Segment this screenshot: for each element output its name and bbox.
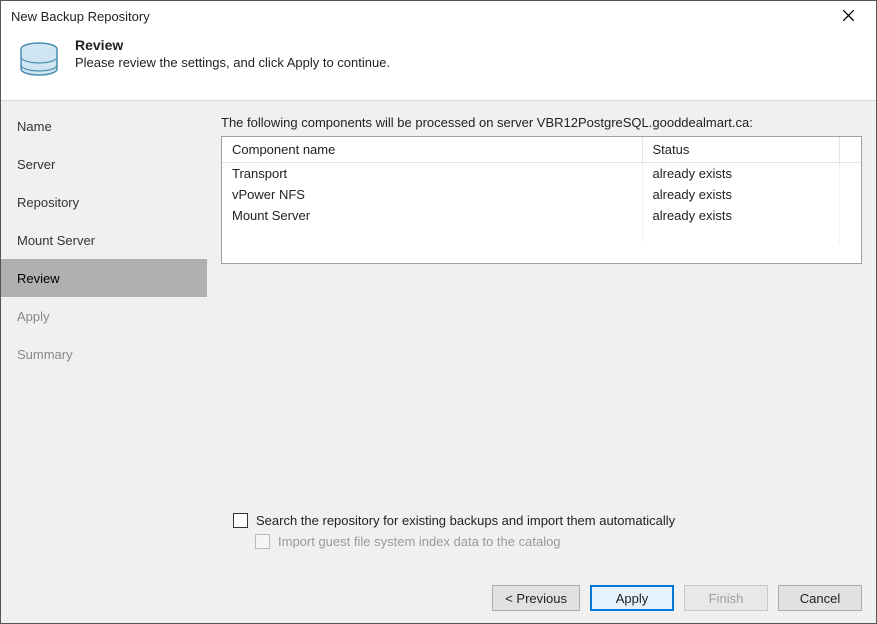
components-grid: Component name Status Transport already … bbox=[221, 136, 862, 264]
header-subtitle: Please review the settings, and click Ap… bbox=[75, 55, 390, 70]
cell-status: already exists bbox=[642, 184, 839, 205]
button-label: Finish bbox=[709, 591, 744, 606]
sidebar-item-name[interactable]: Name bbox=[1, 107, 207, 145]
cell-status: already exists bbox=[642, 163, 839, 185]
options-panel: Search the repository for existing backu… bbox=[221, 507, 862, 573]
sidebar-item-summary[interactable]: Summary bbox=[1, 335, 207, 373]
header-text: Review Please review the settings, and c… bbox=[75, 37, 390, 70]
sidebar-item-review[interactable]: Review bbox=[1, 259, 207, 297]
checkbox-label: Import guest file system index data to t… bbox=[278, 534, 561, 549]
previous-button[interactable]: < Previous bbox=[492, 585, 580, 611]
sidebar-item-label: Summary bbox=[17, 347, 73, 362]
titlebar: New Backup Repository bbox=[1, 1, 876, 31]
sidebar-item-label: Repository bbox=[17, 195, 79, 210]
wizard-body: Name Server Repository Mount Server Revi… bbox=[1, 101, 876, 573]
cell-component-name: vPower NFS bbox=[222, 184, 642, 205]
col-header-spacer bbox=[839, 137, 861, 163]
sidebar-item-mount-server[interactable]: Mount Server bbox=[1, 221, 207, 259]
apply-button[interactable]: Apply bbox=[590, 585, 674, 611]
intro-text: The following components will be process… bbox=[221, 115, 862, 130]
checkbox-search-repository[interactable]: Search the repository for existing backu… bbox=[233, 513, 862, 528]
sidebar-item-repository[interactable]: Repository bbox=[1, 183, 207, 221]
wizard-window: New Backup Repository Review Please revi… bbox=[0, 0, 877, 624]
cell-status: already exists bbox=[642, 205, 839, 226]
button-label: < Previous bbox=[505, 591, 567, 606]
cell-component-name: Mount Server bbox=[222, 205, 642, 226]
checkbox-icon bbox=[255, 534, 270, 549]
checkbox-label: Search the repository for existing backu… bbox=[256, 513, 675, 528]
wizard-main: The following components will be process… bbox=[207, 101, 876, 573]
checkbox-icon bbox=[233, 513, 248, 528]
table-row: Transport already exists bbox=[222, 163, 861, 185]
sidebar-item-apply[interactable]: Apply bbox=[1, 297, 207, 335]
col-header-status[interactable]: Status bbox=[642, 137, 839, 163]
sidebar-item-label: Server bbox=[17, 157, 55, 172]
database-icon bbox=[17, 39, 61, 86]
cancel-button[interactable]: Cancel bbox=[778, 585, 862, 611]
col-header-name[interactable]: Component name bbox=[222, 137, 642, 163]
close-button[interactable] bbox=[828, 2, 868, 30]
button-label: Apply bbox=[616, 591, 649, 606]
sidebar-item-label: Mount Server bbox=[17, 233, 95, 248]
sidebar-item-server[interactable]: Server bbox=[1, 145, 207, 183]
sidebar-item-label: Review bbox=[17, 271, 60, 286]
wizard-footer: < Previous Apply Finish Cancel bbox=[1, 573, 876, 623]
cell-component-name: Transport bbox=[222, 163, 642, 185]
sidebar-item-label: Apply bbox=[17, 309, 50, 324]
table-row: vPower NFS already exists bbox=[222, 184, 861, 205]
table-row: Mount Server already exists bbox=[222, 205, 861, 226]
window-title: New Backup Repository bbox=[11, 9, 828, 24]
checkbox-import-guest-index: Import guest file system index data to t… bbox=[255, 534, 862, 549]
wizard-header: Review Please review the settings, and c… bbox=[1, 31, 876, 101]
finish-button: Finish bbox=[684, 585, 768, 611]
wizard-steps: Name Server Repository Mount Server Revi… bbox=[1, 101, 207, 573]
button-label: Cancel bbox=[800, 591, 840, 606]
close-icon bbox=[843, 9, 854, 24]
sidebar-item-label: Name bbox=[17, 119, 52, 134]
header-title: Review bbox=[75, 37, 123, 53]
